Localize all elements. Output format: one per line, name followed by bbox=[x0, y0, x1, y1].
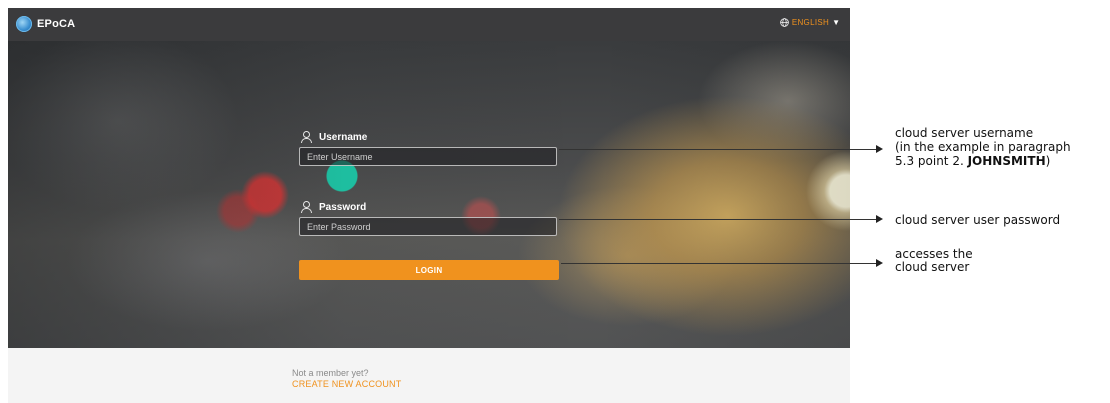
language-label: ENGLISH bbox=[791, 18, 830, 27]
user-icon bbox=[300, 201, 312, 213]
password-callout-line bbox=[559, 219, 878, 220]
language-selector[interactable]: ENGLISH ▼ bbox=[780, 18, 840, 27]
background-image: Username Password LOGIN bbox=[8, 41, 850, 348]
login-note: accesses the cloud server bbox=[895, 247, 973, 274]
signup-prompt: Not a member yet? bbox=[292, 368, 369, 378]
globe-icon bbox=[780, 18, 789, 27]
app-name: EPoCA bbox=[37, 18, 76, 30]
login-callout-line bbox=[561, 263, 878, 264]
footer: Not a member yet? CREATE NEW ACCOUNT bbox=[8, 348, 850, 403]
arrow-right-icon bbox=[876, 259, 883, 267]
app-logo[interactable]: EPoCA bbox=[16, 16, 75, 32]
username-callout-line bbox=[559, 149, 878, 150]
arrow-right-icon bbox=[876, 145, 883, 153]
top-bar: EPoCA ENGLISH ▼ bbox=[8, 8, 850, 41]
password-input[interactable] bbox=[299, 217, 557, 236]
login-window: EPoCA ENGLISH ▼ Username Password LOGIN … bbox=[8, 8, 850, 403]
password-label: Password bbox=[300, 201, 366, 213]
globe-logo-icon bbox=[16, 16, 32, 32]
user-icon bbox=[300, 131, 312, 143]
password-label-text: Password bbox=[319, 201, 367, 213]
create-account-link[interactable]: CREATE NEW ACCOUNT bbox=[292, 379, 401, 389]
chevron-down-icon: ▼ bbox=[832, 17, 840, 27]
username-note: cloud server username (in the example in… bbox=[895, 126, 1071, 168]
arrow-right-icon bbox=[876, 215, 883, 223]
username-label-text: Username bbox=[319, 131, 368, 143]
username-label: Username bbox=[300, 131, 367, 143]
username-input[interactable] bbox=[299, 147, 557, 166]
password-note: cloud server user password bbox=[895, 213, 1061, 227]
login-button[interactable]: LOGIN bbox=[299, 260, 559, 280]
